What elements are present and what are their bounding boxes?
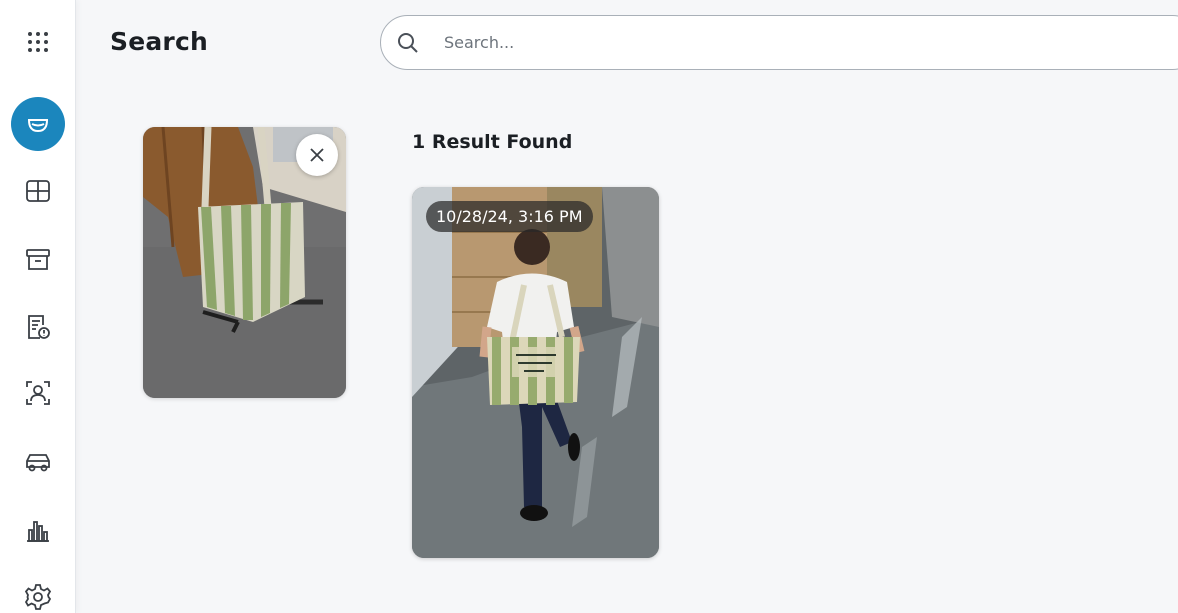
alert-report-svg [28, 315, 50, 339]
query-image-card [143, 127, 346, 398]
search-bar[interactable] [380, 15, 1178, 70]
vehicle-svg [26, 454, 50, 472]
apps-grid-svg [28, 32, 48, 52]
search-svg [398, 32, 418, 53]
dashboard-grid-icon[interactable] [13, 166, 63, 216]
search-result-card[interactable]: 10/28/24, 3:16 PM [412, 187, 659, 558]
person-detect-icon[interactable] [13, 368, 63, 418]
camera-dome-icon[interactable] [11, 97, 65, 151]
search-input[interactable] [444, 33, 1044, 52]
apps-grid-icon[interactable] [13, 17, 63, 67]
search-icon [396, 31, 420, 55]
dashboard-grid-svg [26, 180, 50, 202]
vehicle-icon[interactable] [13, 437, 63, 487]
archive-box-svg [26, 249, 50, 270]
result-timestamp: 10/28/24, 3:16 PM [426, 201, 593, 232]
remove-query-image-button[interactable] [296, 134, 338, 176]
page-title: Search [110, 27, 208, 56]
archive-box-icon[interactable] [13, 234, 63, 284]
results-count: 1 Result Found [412, 131, 573, 153]
settings-gear-svg [24, 584, 52, 610]
alert-report-icon[interactable] [13, 302, 63, 352]
close-icon [310, 148, 324, 162]
sidebar [0, 0, 76, 613]
analytics-bars-svg [27, 521, 49, 542]
analytics-bars-icon[interactable] [13, 505, 63, 555]
result-image [412, 187, 659, 558]
settings-gear-icon[interactable] [13, 572, 63, 613]
person-detect-svg [26, 381, 50, 405]
camera-dome-svg [28, 119, 48, 133]
